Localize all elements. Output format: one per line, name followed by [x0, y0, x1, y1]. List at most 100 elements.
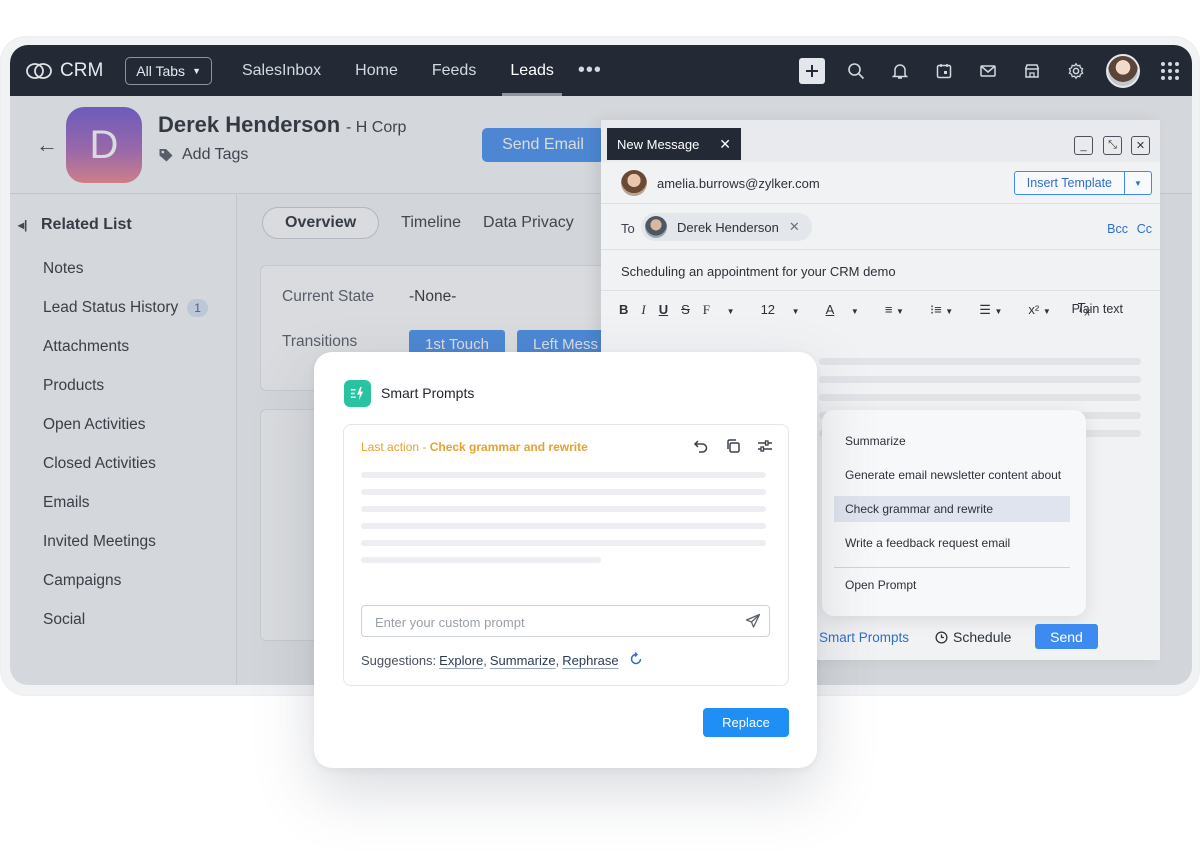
settings-sliders-icon[interactable] [756, 437, 774, 455]
strikethrough-button[interactable]: S [681, 302, 690, 317]
subject-field[interactable]: Scheduling an appointment for your CRM d… [621, 264, 896, 279]
to-row: To Derek Henderson ✕ Bcc Cc [601, 204, 1160, 250]
all-tabs-dropdown[interactable]: All Tabs ▼ [125, 56, 212, 85]
italic-button[interactable]: I [641, 302, 645, 318]
recipient-avatar [645, 216, 667, 238]
search-icon[interactable] [834, 45, 878, 96]
nav-home[interactable]: Home [355, 45, 398, 96]
schedule-button[interactable]: Schedule [935, 629, 1011, 645]
cc-link[interactable]: Cc [1137, 222, 1152, 236]
chevron-down-icon: ▼ [726, 306, 735, 316]
bell-icon[interactable] [878, 45, 922, 96]
menu-item-newsletter[interactable]: Generate email newsletter content about [834, 462, 1070, 488]
result-placeholder-line [361, 540, 766, 546]
top-navbar: CRM All Tabs ▼ SalesInbox Home Feeds Lea… [10, 45, 1192, 96]
chevron-down-icon: ▼ [850, 307, 859, 316]
insert-template-label: Insert Template [1015, 172, 1125, 194]
store-icon[interactable] [1010, 45, 1054, 96]
plus-button[interactable] [790, 45, 834, 96]
suggestion-rephrase[interactable]: Rephrase [562, 653, 618, 668]
nav-feeds[interactable]: Feeds [432, 45, 476, 96]
smart-prompts-title: Smart Prompts [381, 385, 475, 401]
text-color-label: A [825, 302, 835, 317]
font-label: F [702, 301, 711, 317]
numbered-list-icon[interactable]: ⁝≡ ▼ [930, 302, 966, 318]
custom-prompt-field [361, 605, 770, 637]
clock-icon [935, 630, 948, 644]
schedule-label: Schedule [953, 629, 1012, 645]
menu-divider [834, 567, 1070, 568]
body-placeholder-line [819, 394, 1141, 401]
from-row: amelia.burrows@zylker.com Insert Templat… [601, 162, 1160, 204]
smart-prompts-dialog: Smart Prompts Last action - Check gramma… [314, 352, 817, 768]
body-placeholder-line [819, 358, 1141, 365]
calendar-icon[interactable] [922, 45, 966, 96]
crm-logo[interactable]: CRM [26, 60, 103, 82]
custom-prompt-input[interactable] [375, 613, 735, 631]
restore-icon[interactable]: ⤡ [1103, 136, 1122, 155]
bold-button[interactable]: B [619, 302, 628, 317]
copy-icon[interactable] [724, 437, 742, 455]
gear-icon[interactable] [1054, 45, 1098, 96]
result-placeholder-line [361, 489, 766, 495]
font-size-button[interactable]: 12 ▼ [761, 302, 813, 317]
underline-button[interactable]: U [659, 302, 668, 317]
remove-recipient-icon[interactable]: ✕ [789, 219, 800, 235]
menu-item-check-grammar[interactable]: Check grammar and rewrite [834, 496, 1070, 522]
more-tabs-icon[interactable]: ••• [578, 59, 602, 82]
text-color-button[interactable]: A ▼ [826, 302, 872, 317]
result-placeholder-line [361, 557, 601, 563]
separator: , [483, 653, 487, 668]
smart-prompt-menu: Summarize Generate email newsletter cont… [822, 410, 1086, 616]
last-action-prefix: Last action - [361, 440, 430, 454]
undo-icon[interactable] [692, 437, 710, 455]
suggestion-summarize[interactable]: Summarize [490, 653, 556, 668]
send-prompt-icon[interactable] [745, 613, 761, 634]
minimize-icon[interactable]: _ [1074, 136, 1093, 155]
nav-leads[interactable]: Leads [502, 45, 562, 96]
recipient-name: Derek Henderson [677, 219, 779, 235]
new-message-title: New Message [617, 136, 700, 152]
mail-icon[interactable] [966, 45, 1010, 96]
body-placeholder-line [819, 376, 1141, 383]
refresh-icon[interactable] [629, 651, 643, 669]
top-tool-icons [790, 45, 1192, 96]
sender-avatar [621, 170, 647, 196]
bullet-list-icon[interactable]: ☰ ▼ [979, 302, 1015, 318]
chevron-down-icon[interactable]: ▼ [1125, 179, 1151, 188]
close-icon[interactable]: ✕ [719, 136, 731, 153]
replace-button[interactable]: Replace [703, 708, 789, 737]
stage: CRM All Tabs ▼ SalesInbox Home Feeds Lea… [0, 0, 1200, 868]
result-placeholder-line [361, 523, 766, 529]
crm-logo-icon [26, 62, 52, 79]
user-avatar[interactable] [1106, 53, 1140, 88]
menu-item-feedback-request[interactable]: Write a feedback request email [834, 530, 1070, 556]
bcc-link[interactable]: Bcc [1107, 222, 1128, 236]
insert-template-button[interactable]: Insert Template ▼ [1013, 171, 1152, 195]
composer-header: New Message ✕ _ ⤡ ✕ [601, 120, 1160, 162]
new-message-tab[interactable]: New Message ✕ [607, 128, 741, 160]
smart-prompts-link[interactable]: Smart Prompts [819, 630, 909, 645]
recipient-chip[interactable]: Derek Henderson ✕ [641, 213, 812, 241]
all-tabs-label: All Tabs [136, 62, 186, 79]
chevron-down-icon: ▼ [192, 65, 201, 76]
superscript-icon[interactable]: x² ▼ [1028, 302, 1063, 317]
plus-icon [799, 57, 825, 84]
nav-salesinbox[interactable]: SalesInbox [242, 45, 321, 96]
font-family-button[interactable]: F ▼ [703, 302, 748, 318]
format-toolbar: B I U S F ▼ 12 ▼ A ▼ ≡ ▼ ⁝≡ ▼ ☰ ▼ x² ▼ T… [601, 290, 1160, 328]
suggestion-explore[interactable]: Explore [439, 653, 483, 668]
grid-icon[interactable] [1148, 45, 1192, 96]
send-button[interactable]: Send [1035, 624, 1098, 649]
brand-label: CRM [60, 59, 104, 81]
align-icon[interactable]: ≡ ▼ [885, 302, 917, 317]
separator: , [555, 653, 560, 668]
close-window-icon[interactable]: ✕ [1131, 136, 1150, 155]
plain-text-toggle[interactable]: Plain text [1072, 302, 1123, 316]
font-size-label: 12 [760, 302, 776, 317]
menu-item-summarize[interactable]: Summarize [834, 428, 1070, 454]
result-actions [678, 437, 774, 455]
from-email: amelia.burrows@zylker.com [657, 176, 820, 191]
menu-item-open-prompt[interactable]: Open Prompt [834, 572, 1070, 598]
smart-prompts-icon [344, 380, 371, 407]
